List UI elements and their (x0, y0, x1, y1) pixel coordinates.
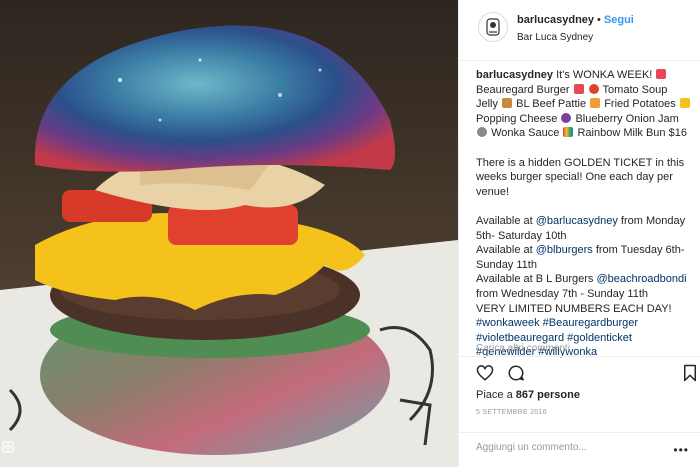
cow-emoji-icon (502, 98, 513, 109)
header-text: barlucasydney • Segui Bar Luca Sydney (517, 13, 634, 44)
text-span: VERY LIMITED NUMBERS EACH DAY! (476, 302, 672, 315)
username-link[interactable]: barlucasydney (517, 14, 594, 26)
comment-placeholder: Aggiungi un commento... (476, 442, 587, 453)
cheese-emoji-icon (679, 98, 690, 109)
magnifier-emoji-icon (477, 127, 487, 138)
mention-link[interactable]: @beachroadbondi (596, 273, 686, 285)
post-header: barlucasydney • Segui Bar Luca Sydney (459, 0, 700, 61)
caption-line: Jelly (476, 98, 499, 111)
caption-line: Wonka Sauce (491, 127, 560, 140)
caption-line: Tomato Soup (602, 83, 668, 96)
fries-emoji-icon (590, 98, 601, 109)
comment-input[interactable]: Aggiungi un commento... ••• (459, 432, 700, 467)
eggplant-emoji-icon (561, 112, 572, 123)
action-bar: Piace a 867 persone 5 SETTEMBRE 2016 Agg… (459, 356, 700, 467)
separator-dot: • (597, 14, 601, 26)
likes-prefix: Piace a (476, 389, 516, 401)
lipstick-emoji-icon (656, 69, 667, 79)
caption-area: barlucasydney It's WONKA WEEK! Beauregar… (476, 68, 692, 360)
rainbow-emoji-icon (563, 127, 574, 138)
post-photo[interactable] (0, 0, 458, 467)
avatar[interactable] (478, 12, 508, 42)
body-paragraph: There is a hidden GOLDEN TICKET in this … (476, 156, 685, 198)
caption-line: Blueberry Onion Jam (575, 112, 679, 125)
likes-number[interactable]: 867 persone (516, 389, 580, 401)
caption: barlucasydney It's WONKA WEEK! Beauregar… (476, 68, 692, 141)
post-panel: barlucasydney • Segui Bar Luca Sydney barl… (458, 0, 700, 467)
load-more-comments[interactable]: Carica altri commenti (476, 343, 570, 354)
caption-line: BL Beef Pattie (516, 98, 587, 111)
burger-image (0, 0, 458, 467)
hashtag-link[interactable]: #wonkaweek (476, 317, 540, 329)
more-options-icon[interactable]: ••• (673, 443, 689, 457)
mention-link[interactable]: @blburgers (536, 244, 593, 256)
instagram-icon (2, 441, 14, 453)
hashtag-link[interactable]: #violetbeauregard (476, 332, 564, 344)
availability-block: Available at @barlucasydney from Monday … (476, 214, 692, 360)
location-link[interactable]: Bar Luca Sydney (517, 31, 634, 44)
caption-line: Beauregard Burger (476, 83, 570, 96)
text-span: Available at B L Burgers (476, 273, 597, 286)
text-span: Available at (476, 214, 536, 227)
lipstick-emoji-icon (573, 83, 584, 94)
tomato-emoji-icon (588, 83, 599, 94)
text-span: Available at (476, 244, 536, 257)
caption-username[interactable]: barlucasydney (476, 69, 553, 81)
heart-icon[interactable] (476, 364, 494, 382)
follow-button[interactable]: Segui (604, 14, 634, 26)
caption-line: Rainbow Milk Bun $16 (577, 127, 687, 140)
bar-luca-logo-icon (486, 18, 500, 36)
bookmark-icon[interactable] (681, 364, 699, 382)
likes-count[interactable]: Piace a 867 persone (476, 389, 580, 401)
post-date: 5 SETTEMBRE 2016 (476, 409, 547, 416)
comment-icon[interactable] (507, 364, 525, 382)
caption-line: It's WONKA WEEK! (556, 69, 653, 81)
hashtag-link[interactable]: #goldenticket (567, 332, 632, 344)
hashtag-link[interactable]: #Beauregardburger (543, 317, 638, 329)
caption-line: Popping Cheese (476, 112, 558, 125)
caption-line: Fried Potatoes (604, 98, 676, 111)
mention-link[interactable]: @barlucasydney (536, 215, 618, 227)
text-span: from Wednesday 7th - Sunday 11th (476, 287, 649, 300)
